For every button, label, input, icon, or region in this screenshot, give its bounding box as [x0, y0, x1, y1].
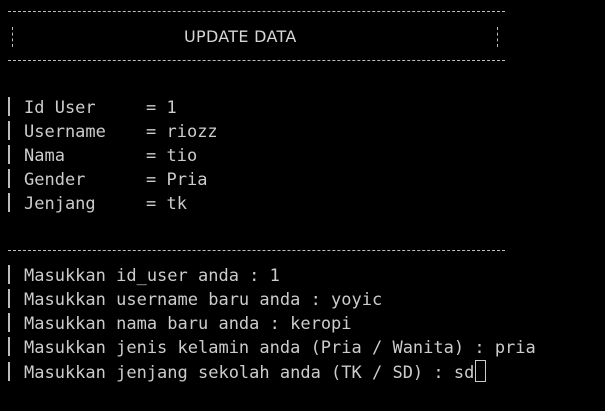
info-value: 1	[166, 98, 177, 118]
header-top-rule	[8, 11, 505, 12]
info-separator: =	[146, 122, 167, 142]
section-divider	[8, 250, 505, 251]
info-row-id-user: Id User = 1	[8, 96, 177, 120]
info-separator: =	[146, 194, 167, 214]
terminal-window[interactable]: UPDATE DATA Id User = 1 Username = riozz N…	[0, 0, 605, 411]
info-separator: =	[146, 146, 167, 166]
header-bottom-rule	[8, 60, 505, 61]
info-row-username: Username = riozz	[8, 120, 218, 144]
prompt-text: Masukkan jenjang sekolah anda (TK / SD) …	[24, 363, 454, 383]
info-row-gender: Gender = Pria	[8, 168, 207, 192]
info-value: tio	[166, 146, 198, 166]
header-right-border	[497, 27, 498, 47]
info-label: Username	[24, 122, 106, 142]
page-title: UPDATE DATA	[184, 27, 297, 46]
prompt-text: Masukkan username baru anda :	[24, 290, 332, 310]
info-row-nama: Nama = tio	[8, 144, 197, 168]
prompt-input: pria	[494, 338, 536, 358]
info-value: Pria	[166, 170, 208, 190]
info-label: Jenjang	[24, 194, 96, 214]
prompt-input[interactable]: sd	[454, 363, 474, 383]
prompt-row-id-user: Masukkan id_user anda : 1	[8, 264, 280, 288]
text-cursor	[475, 360, 487, 382]
info-value: tk	[166, 194, 187, 214]
prompt-input: yoyic	[331, 290, 383, 310]
header-left-border	[12, 27, 13, 47]
info-label: Id User	[24, 98, 96, 118]
prompt-text: Masukkan id_user anda :	[24, 266, 270, 286]
info-row-jenjang: Jenjang = tk	[8, 192, 187, 216]
info-label: Nama	[24, 146, 65, 166]
prompt-row-gender: Masukkan jenis kelamin anda (Pria / Wani…	[8, 336, 536, 360]
prompt-input: 1	[269, 266, 280, 286]
prompt-text: Masukkan nama baru anda :	[24, 314, 291, 334]
prompt-text: Masukkan jenis kelamin anda (Pria / Wani…	[24, 338, 495, 358]
info-separator: =	[146, 170, 167, 190]
prompt-row-jenjang[interactable]: Masukkan jenjang sekolah anda (TK / SD) …	[8, 360, 487, 384]
prompt-row-nama: Masukkan nama baru anda : keropi	[8, 312, 352, 336]
prompt-row-username: Masukkan username baru anda : yoyic	[8, 288, 382, 312]
prompt-input: keropi	[290, 314, 352, 334]
info-value: riozz	[166, 122, 218, 142]
info-separator: =	[146, 98, 167, 118]
info-label: Gender	[24, 170, 86, 190]
